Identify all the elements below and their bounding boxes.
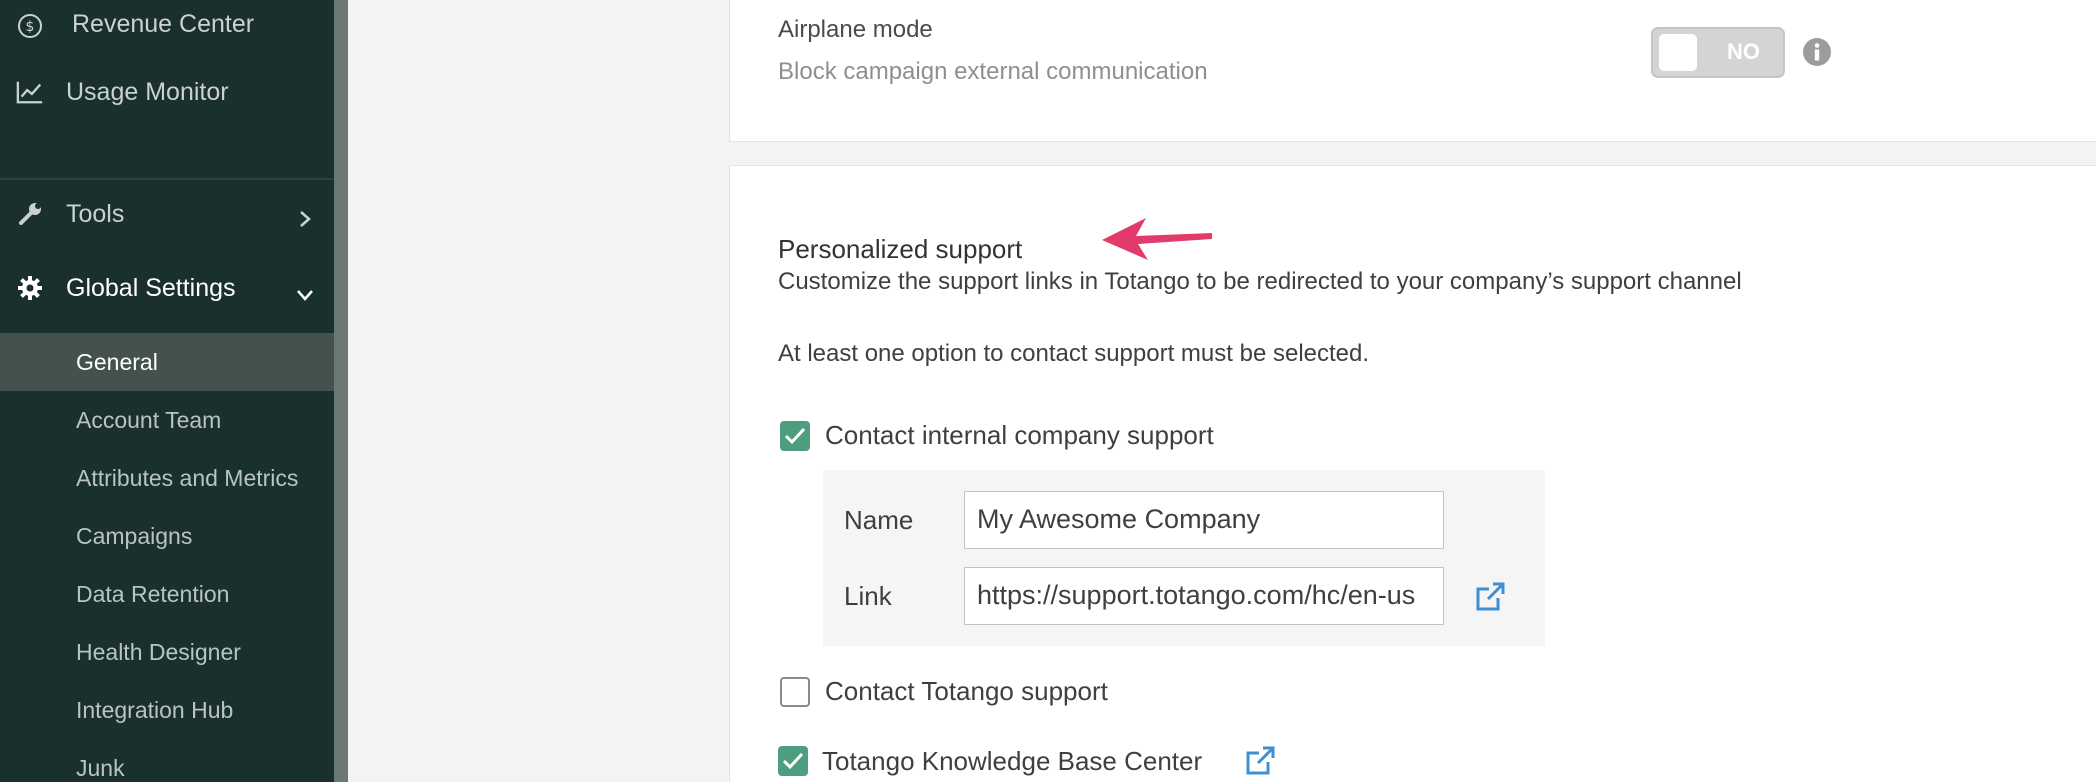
sidebar-subitem-account-team[interactable]: Account Team <box>0 391 334 449</box>
contact-totango-support-label[interactable]: Contact Totango support <box>825 676 1108 707</box>
knowledge-base-checkbox[interactable] <box>778 746 808 776</box>
pointer-arrow-icon <box>1102 218 1212 260</box>
contact-totango-support-checkbox[interactable] <box>780 677 810 707</box>
knowledge-base-label[interactable]: Totango Knowledge Base Center <box>822 746 1202 777</box>
info-icon[interactable] <box>1802 37 1832 67</box>
sidebar-item-usage-monitor[interactable]: Usage Monitor <box>0 72 334 112</box>
support-description: Customize the support links in Totango t… <box>778 268 1742 295</box>
sidebar-item-revenue-center[interactable]: $ Revenue Center <box>0 6 334 46</box>
support-link-input[interactable]: https://support.totango.com/hc/en-us <box>964 567 1444 625</box>
chevron-right-icon <box>294 208 316 230</box>
sidebar-subitem-general[interactable]: General <box>0 333 334 391</box>
sidebar-divider <box>0 178 334 180</box>
airplane-mode-title: Airplane mode <box>778 16 933 43</box>
name-field-label: Name <box>844 505 914 535</box>
sidebar-resize-edge[interactable] <box>334 0 348 782</box>
external-link-icon[interactable] <box>1474 581 1506 613</box>
airplane-mode-description: Block campaign external communication <box>778 58 1208 85</box>
support-note: At least one option to contact support m… <box>778 340 1370 367</box>
sidebar-item-label: Tools <box>66 200 125 228</box>
contact-internal-support-checkbox[interactable] <box>780 421 810 451</box>
support-title: Personalized support <box>778 234 1023 264</box>
sidebar-item-label: Usage Monitor <box>66 78 229 106</box>
company-name-input[interactable]: My Awesome Company <box>964 491 1444 549</box>
airplane-mode-toggle[interactable]: NO <box>1651 27 1785 78</box>
sidebar-subitem-campaigns[interactable]: Campaigns <box>0 507 334 565</box>
link-field-label: Link <box>844 581 892 611</box>
toggle-state-label: NO <box>1727 39 1760 64</box>
sidebar-subitem-integration-hub[interactable]: Integration Hub <box>0 681 334 739</box>
sidebar-subitem-junk[interactable]: Junk <box>0 739 334 782</box>
sidebar-subitem-data-retention[interactable]: Data Retention <box>0 565 334 623</box>
gear-icon <box>16 274 44 302</box>
toggle-knob <box>1659 34 1697 71</box>
sidebar-item-global-settings[interactable]: Global Settings <box>0 266 334 316</box>
sidebar-subitem-attributes-and-metrics[interactable]: Attributes and Metrics <box>0 449 334 507</box>
line-chart-icon <box>16 78 44 106</box>
sidebar-subitem-health-designer[interactable]: Health Designer <box>0 623 334 681</box>
dollar-circle-icon: $ <box>16 12 44 40</box>
external-link-icon[interactable] <box>1244 745 1276 777</box>
contact-internal-support-label[interactable]: Contact internal company support <box>825 420 1214 451</box>
sidebar-item-label: Revenue Center <box>72 10 255 38</box>
svg-text:$: $ <box>26 19 35 35</box>
sidebar: $ Revenue Center Usage Monitor Tools Glo… <box>0 0 334 782</box>
wrench-icon <box>16 200 44 228</box>
chevron-down-icon <box>294 284 316 306</box>
sidebar-item-label: Global Settings <box>66 274 236 302</box>
sidebar-item-tools[interactable]: Tools <box>0 192 334 242</box>
